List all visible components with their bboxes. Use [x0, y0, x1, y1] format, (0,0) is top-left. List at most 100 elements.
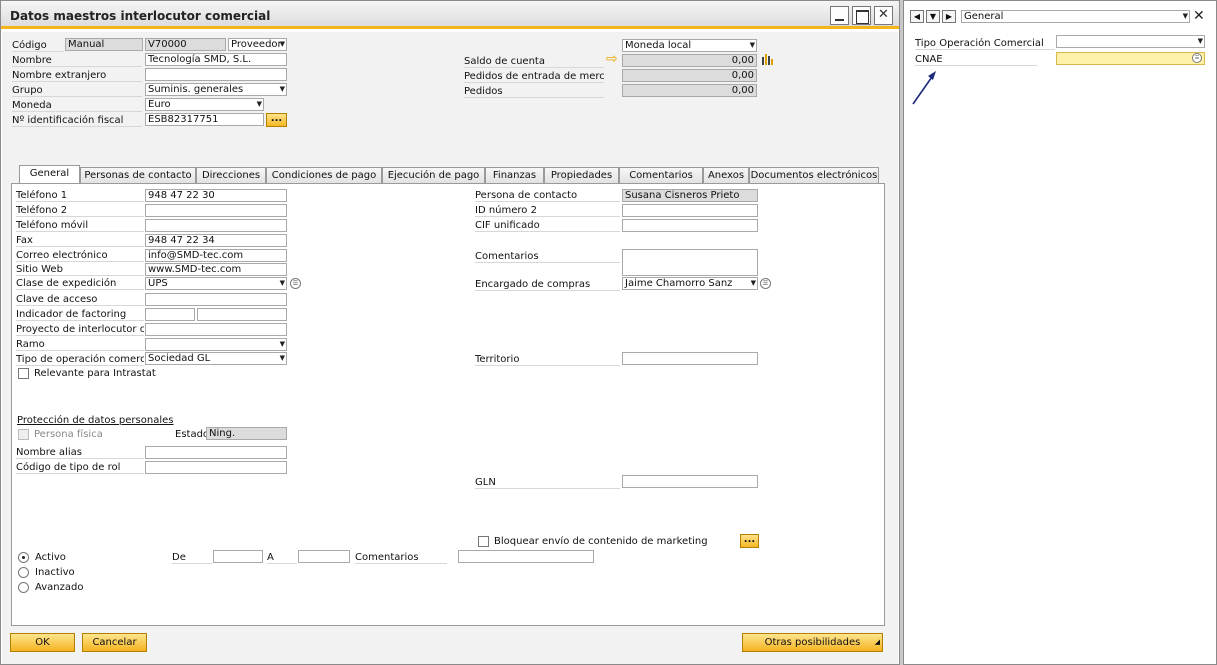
tab-condiciones-pago[interactable]: Condiciones de pago — [266, 167, 382, 183]
dropdown-arrow-icon[interactable]: ▼ — [926, 10, 940, 23]
estado-field: Ning. — [206, 427, 287, 440]
estado-label: Estado — [175, 429, 210, 440]
expedicion-select[interactable]: UPS — [145, 277, 287, 290]
more-options-label: Otras posibilidades — [764, 637, 861, 648]
email-label: Correo electrónico — [16, 249, 144, 262]
nif-field[interactable]: ESB82317751 — [145, 113, 264, 126]
prev-arrow-icon[interactable]: ◀ — [910, 10, 924, 23]
clave-label: Clave de acceso — [16, 293, 144, 306]
saldo-field: 0,00 — [622, 54, 757, 67]
persona-fisica-checkbox[interactable] — [18, 429, 29, 440]
drilldown-arrow-icon[interactable]: ⇨ — [606, 51, 618, 67]
ok-button[interactable]: OK — [10, 633, 75, 652]
comentarios-field[interactable] — [622, 249, 758, 276]
tab-general[interactable]: General — [19, 165, 80, 183]
tab-ejecucion-pago[interactable]: Ejecución de pago — [382, 167, 485, 183]
comentarios-status-field[interactable] — [458, 550, 594, 563]
clave-field[interactable] — [145, 293, 287, 306]
cnae-field[interactable] — [1056, 52, 1205, 65]
list-icon[interactable]: ☰ — [1192, 53, 1202, 63]
user-defined-fields-panel: ◀ ▼ ▶ General ✕ Tipo Operación Comercial… — [903, 0, 1217, 665]
proteccion-datos-heading: Protección de datos personales — [17, 415, 174, 426]
codigo-type-select[interactable]: Proveedor — [228, 38, 287, 51]
intrastat-label: Relevante para Intrastat — [34, 368, 156, 379]
bloquear-marketing-checkbox[interactable] — [478, 536, 489, 547]
nombre-extranjero-field[interactable] — [145, 68, 287, 81]
tab-documentos-electronicos[interactable]: Documentos electrónicos — [749, 167, 879, 183]
next-arrow-icon[interactable]: ▶ — [942, 10, 956, 23]
proyecto-field[interactable] — [145, 323, 287, 336]
tab-finanzas[interactable]: Finanzas — [485, 167, 544, 183]
encargado-label: Encargado de compras — [475, 278, 620, 291]
web-field[interactable]: www.SMD-tec.com — [145, 263, 287, 276]
factoring-field-2[interactable] — [197, 308, 287, 321]
activo-label: Activo — [35, 552, 66, 563]
window-title: Datos maestros interlocutor comercial — [10, 9, 271, 23]
tipo-operacion-select[interactable]: Sociedad GL — [145, 352, 287, 365]
tab-propiedades[interactable]: Propiedades — [544, 167, 619, 183]
rol-label: Código de tipo de rol — [16, 461, 144, 474]
tab-anexos[interactable]: Anexos — [703, 167, 749, 183]
web-label: Sitio Web — [16, 263, 144, 276]
proyecto-label: Proyecto de interlocutor comercial — [16, 323, 144, 336]
nombre-field[interactable]: Tecnología SMD, S.L. — [145, 53, 287, 66]
tab-comentarios[interactable]: Comentarios — [619, 167, 703, 183]
more-options-button[interactable]: Otras posibilidades ◢ — [742, 633, 883, 652]
encargado-select[interactable]: Jaime Chamorro Sanz — [622, 277, 758, 290]
activo-radio[interactable] — [18, 552, 29, 563]
tipo-operacion-comercial-select[interactable] — [1056, 35, 1205, 48]
cif-label: CIF unificado — [475, 219, 620, 232]
cancel-button[interactable]: Cancelar — [82, 633, 147, 652]
tab-personas-contacto[interactable]: Personas de contacto — [80, 167, 196, 183]
codigo-field[interactable]: V70000 — [145, 38, 226, 51]
inactivo-radio[interactable] — [18, 567, 29, 578]
minimize-button[interactable] — [830, 6, 849, 25]
territorio-label: Territorio — [475, 353, 620, 366]
bloquear-marketing-button[interactable]: ... — [740, 534, 759, 548]
ramo-select[interactable] — [145, 338, 287, 351]
alias-field[interactable] — [145, 446, 287, 459]
gln-field[interactable] — [622, 475, 758, 488]
list-icon[interactable]: ☰ — [290, 278, 301, 289]
tipo-operacion-comercial-label: Tipo Operación Comercial — [915, 37, 1055, 50]
de-field[interactable] — [213, 550, 263, 563]
factoring-field-1[interactable] — [145, 308, 195, 321]
close-button[interactable] — [874, 6, 893, 25]
codigo-series-field[interactable]: Manual — [65, 38, 143, 51]
id2-field[interactable] — [622, 204, 758, 217]
telefono1-label: Teléfono 1 — [16, 189, 144, 202]
avanzado-radio[interactable] — [18, 582, 29, 593]
tipo-operacion-label: Tipo de operación comercial — [16, 354, 144, 366]
id2-label: ID número 2 — [475, 204, 620, 217]
title-bar[interactable]: Datos maestros interlocutor comercial — [1, 1, 899, 29]
grupo-select[interactable]: Suminis. generales — [145, 83, 287, 96]
maximize-button[interactable] — [852, 6, 871, 25]
nombre-label: Nombre — [12, 54, 142, 67]
telefono2-field[interactable] — [145, 204, 287, 217]
rol-field[interactable] — [145, 461, 287, 474]
bar-chart-icon[interactable] — [761, 52, 775, 66]
expedicion-label: Clase de expedición — [16, 277, 144, 290]
list-icon[interactable]: ☰ — [760, 278, 771, 289]
pedidos-field: 0,00 — [622, 84, 757, 97]
form-body: Código Manual V70000 Proveedor Nombre Te… — [2, 32, 898, 664]
email-field[interactable]: info@SMD-tec.com — [145, 249, 287, 262]
nif-lookup-button[interactable]: ... — [266, 113, 287, 127]
category-select[interactable]: General — [961, 10, 1190, 23]
cnae-label: CNAE — [915, 53, 1037, 66]
cif-field[interactable] — [622, 219, 758, 232]
contacto-label: Persona de contacto — [475, 189, 620, 202]
movil-field[interactable] — [145, 219, 287, 232]
moneda-select[interactable]: Euro — [145, 98, 264, 111]
currency-select[interactable]: Moneda local — [622, 39, 757, 52]
general-tab-panel: Teléfono 1 948 47 22 30 Teléfono 2 Teléf… — [11, 183, 885, 626]
telefono1-field[interactable]: 948 47 22 30 — [145, 189, 287, 202]
intrastat-checkbox[interactable] — [18, 368, 29, 379]
a-field[interactable] — [298, 550, 350, 563]
fax-field[interactable]: 948 47 22 34 — [145, 234, 287, 247]
territorio-field[interactable] — [622, 352, 758, 365]
codigo-label: Código — [12, 39, 64, 52]
tab-direcciones[interactable]: Direcciones — [196, 167, 266, 183]
close-icon[interactable]: ✕ — [1193, 8, 1205, 24]
contacto-field[interactable]: Susana Cisneros Prieto — [622, 189, 758, 202]
